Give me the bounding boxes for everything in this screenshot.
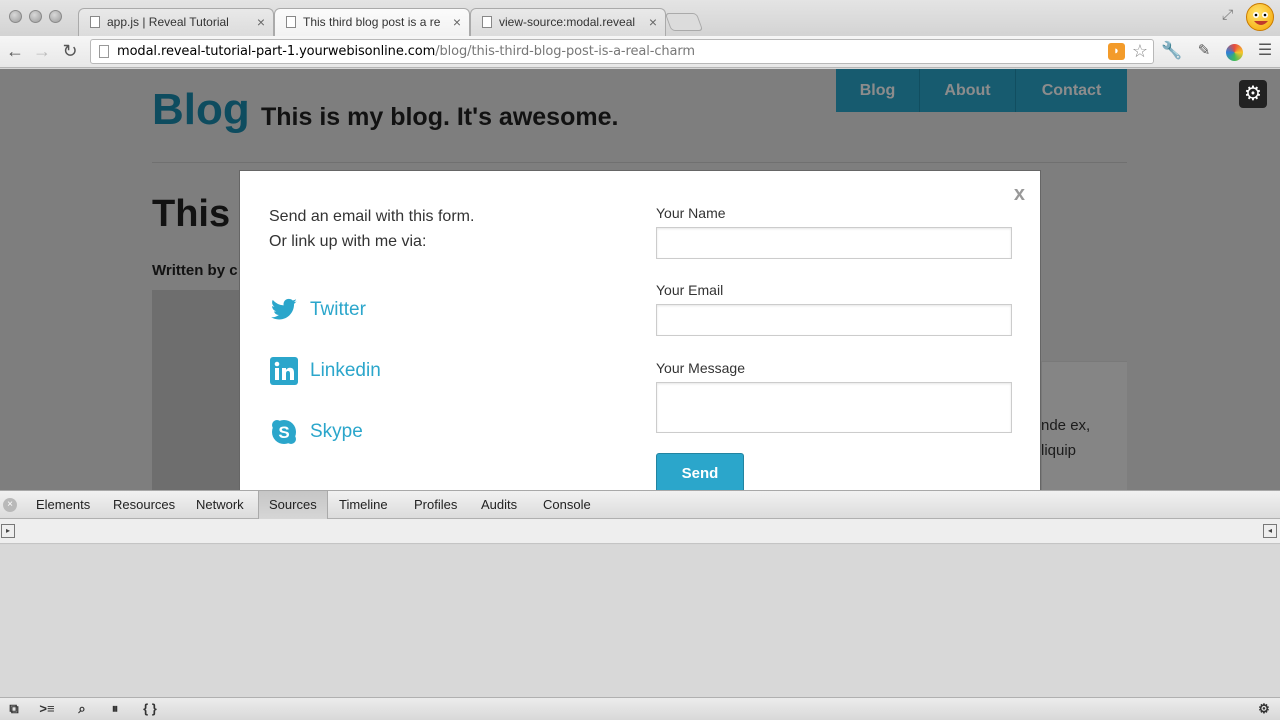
pause-exceptions-icon[interactable]: ⏸: [105, 700, 125, 718]
skype-link[interactable]: S Skype: [270, 418, 363, 446]
new-tab-button[interactable]: [664, 13, 704, 31]
forward-arrow-icon[interactable]: →: [31, 40, 53, 62]
reload-icon[interactable]: ↻: [59, 40, 81, 62]
fullscreen-icon[interactable]: ⤢: [1222, 6, 1238, 22]
pretty-print-icon[interactable]: { }: [140, 700, 160, 718]
devtools-tabbar: × Elements Resources Network Sources Tim…: [0, 490, 1280, 519]
tab-timeline[interactable]: Timeline: [329, 491, 398, 519]
intro-line: Or link up with me via:: [269, 233, 427, 250]
tab-sources[interactable]: Sources: [258, 491, 328, 519]
settings-gear-icon[interactable]: ⚙: [1254, 700, 1274, 718]
show-debugger-icon[interactable]: ◂: [1263, 524, 1277, 538]
close-tab-icon[interactable]: ×: [257, 9, 265, 35]
tab-resources[interactable]: Resources: [103, 491, 185, 519]
wrench-icon[interactable]: 🔧: [1161, 40, 1183, 62]
close-tab-icon[interactable]: ×: [453, 9, 461, 35]
page-icon: [482, 16, 492, 28]
contact-modal: x Send an email with this form. Or link …: [239, 170, 1041, 490]
send-button[interactable]: Send: [656, 453, 744, 490]
skype-icon: S: [270, 418, 298, 446]
browser-toolbar: ← → ↻ modal.reveal-tutorial-part-1.yourw…: [0, 36, 1280, 68]
dock-icon[interactable]: ⧉: [4, 700, 24, 718]
star-icon[interactable]: ☆: [1129, 40, 1151, 62]
message-field[interactable]: [656, 382, 1012, 433]
zoom-window-button[interactable]: [49, 10, 62, 23]
page-icon: [99, 45, 109, 58]
page-icon: [90, 16, 100, 28]
devtools-subbar: ▸ ◂: [0, 519, 1280, 544]
avatar[interactable]: [1246, 3, 1274, 31]
chrome-icon[interactable]: [1226, 44, 1243, 61]
twitter-label: Twitter: [310, 299, 366, 320]
tab-profiles[interactable]: Profiles: [404, 491, 467, 519]
close-tab-icon[interactable]: ×: [649, 9, 657, 35]
twitter-link[interactable]: Twitter: [270, 296, 366, 324]
page-icon: [286, 16, 296, 28]
close-window-button[interactable]: [9, 10, 22, 23]
sources-panel: [0, 545, 1280, 697]
twitter-icon: [270, 296, 298, 324]
show-navigator-icon[interactable]: ▸: [1, 524, 15, 538]
tab-console[interactable]: Console: [533, 491, 601, 519]
email-field[interactable]: [656, 304, 1012, 336]
url-path: /blog/this-third-blog-post-is-a-real-cha…: [435, 44, 695, 59]
skype-label: Skype: [310, 421, 363, 442]
intro-line: Send an email with this form.: [269, 208, 475, 225]
linkedin-label: Linkedin: [310, 360, 381, 381]
tab-title: app.js | Reveal Tutorial: [107, 15, 229, 29]
url-host: modal.reveal-tutorial-part-1.yourwebison…: [117, 44, 436, 59]
browser-tab-active[interactable]: This third blog post is a re ×: [274, 8, 470, 36]
name-field[interactable]: [656, 227, 1012, 259]
search-icon[interactable]: ⌕: [72, 700, 92, 718]
close-icon[interactable]: x: [1014, 183, 1025, 206]
modal-intro: Send an email with this form. Or link up…: [269, 204, 474, 254]
svg-text:S: S: [278, 423, 289, 442]
tab-title: view-source:modal.reveal: [499, 15, 636, 29]
minimize-window-button[interactable]: [29, 10, 42, 23]
console-toggle-icon[interactable]: >≡: [37, 700, 57, 718]
linkedin-icon: [270, 357, 298, 385]
browser-tab[interactable]: app.js | Reveal Tutorial ×: [78, 8, 274, 36]
back-arrow-icon[interactable]: ←: [4, 40, 26, 62]
close-devtools-icon[interactable]: ×: [3, 498, 17, 512]
message-label: Your Message: [656, 360, 745, 376]
name-label: Your Name: [656, 205, 726, 221]
email-label: Your Email: [656, 282, 724, 298]
browser-tab[interactable]: view-source:modal.reveal ×: [470, 8, 666, 36]
rss-icon[interactable]: ◗: [1108, 43, 1125, 60]
gear-icon[interactable]: ⚙: [1239, 80, 1267, 108]
tab-audits[interactable]: Audits: [471, 491, 527, 519]
devtools-statusbar: ⧉ >≡ ⌕ ⏸ { } ⚙: [0, 697, 1280, 720]
address-bar[interactable]: modal.reveal-tutorial-part-1.yourwebison…: [90, 39, 1154, 64]
tab-elements[interactable]: Elements: [26, 491, 100, 519]
tab-network[interactable]: Network: [186, 491, 254, 519]
linkedin-link[interactable]: Linkedin: [270, 357, 381, 385]
menu-icon[interactable]: ☰: [1254, 40, 1276, 62]
extension-icon[interactable]: ✎: [1193, 40, 1215, 62]
tab-title: This third blog post is a re: [303, 15, 441, 29]
tab-strip: app.js | Reveal Tutorial × This third bl…: [0, 0, 1280, 36]
web-page: Blog This is my blog. It's awesome. Blog…: [0, 69, 1280, 490]
